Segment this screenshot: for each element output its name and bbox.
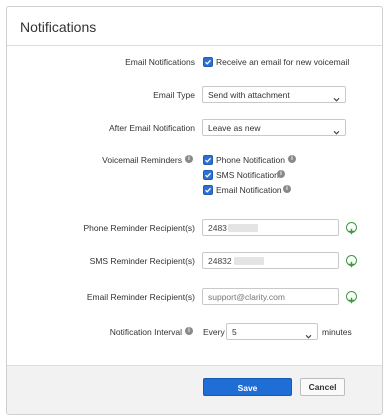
check-icon	[205, 157, 212, 163]
email-recipients-input[interactable]: support@clarity.com	[202, 288, 339, 305]
after-email-value: Leave as new	[208, 123, 261, 133]
email-notifications-checkbox[interactable]	[203, 57, 213, 67]
sms-recipients-value: 24832	[208, 256, 232, 266]
sms-recipients-label: SMS Reminder Recipient(s)	[89, 256, 195, 266]
interval-select[interactable]: 5	[226, 323, 318, 340]
chevron-down-icon	[333, 90, 340, 108]
redacted-text	[234, 257, 264, 265]
save-button[interactable]: Save	[203, 378, 292, 396]
email-type-select[interactable]: Send with attachment	[202, 86, 346, 103]
email-notification-checkbox[interactable]	[203, 185, 213, 195]
after-email-label: After Email Notification	[109, 123, 195, 133]
title-divider	[7, 45, 382, 46]
email-type-value: Send with attachment	[208, 90, 290, 100]
sms-recipients-input[interactable]: 24832	[202, 252, 339, 269]
plus-icon	[348, 228, 355, 235]
redacted-text	[228, 224, 258, 232]
check-icon	[205, 172, 212, 178]
phone-recipients-value: 2483	[208, 223, 227, 233]
add-phone-recipient-button[interactable]	[346, 222, 357, 235]
info-icon[interactable]: i	[288, 155, 296, 163]
check-icon	[205, 59, 212, 65]
email-recipients-label: Email Reminder Recipient(s)	[86, 292, 195, 302]
info-icon[interactable]: i	[185, 155, 193, 163]
notification-interval-label: Notification Interval	[109, 327, 182, 337]
interval-suffix: minutes	[322, 327, 352, 337]
check-icon	[205, 187, 212, 193]
plus-icon	[348, 261, 355, 268]
form-footer: Save Cancel	[7, 365, 382, 414]
phone-recipients-label: Phone Reminder Recipient(s)	[83, 223, 196, 233]
email-notifications-label: Email Notifications	[125, 57, 195, 67]
phone-notification-label: Phone Notification	[216, 155, 285, 165]
after-email-select[interactable]: Leave as new	[202, 119, 346, 136]
add-sms-recipient-button[interactable]	[346, 255, 357, 268]
voicemail-reminders-label: Voicemail Reminders	[102, 155, 182, 165]
notifications-panel: Notifications Email Notifications Receiv…	[6, 6, 383, 415]
sms-notification-label: SMS Notification	[216, 170, 279, 180]
plus-icon	[348, 297, 355, 304]
sms-notification-checkbox[interactable]	[203, 170, 213, 180]
phone-notification-checkbox[interactable]	[203, 155, 213, 165]
info-icon[interactable]: i	[283, 185, 291, 193]
chevron-down-icon	[305, 327, 312, 345]
cancel-button[interactable]: Cancel	[300, 378, 345, 396]
interval-prefix: Every	[203, 327, 225, 337]
info-icon[interactable]: i	[185, 327, 193, 335]
email-type-label: Email Type	[153, 90, 195, 100]
email-notifications-checkbox-label: Receive an email for new voicemail	[216, 57, 350, 67]
interval-value: 5	[232, 327, 237, 337]
email-recipients-placeholder: support@clarity.com	[208, 292, 285, 302]
email-notification-label: Email Notification	[216, 185, 282, 195]
add-email-recipient-button[interactable]	[346, 291, 357, 304]
info-icon[interactable]: i	[277, 170, 285, 178]
panel-title: Notifications	[20, 19, 97, 35]
phone-recipients-input[interactable]: 2483	[202, 219, 339, 236]
chevron-down-icon	[333, 123, 340, 141]
